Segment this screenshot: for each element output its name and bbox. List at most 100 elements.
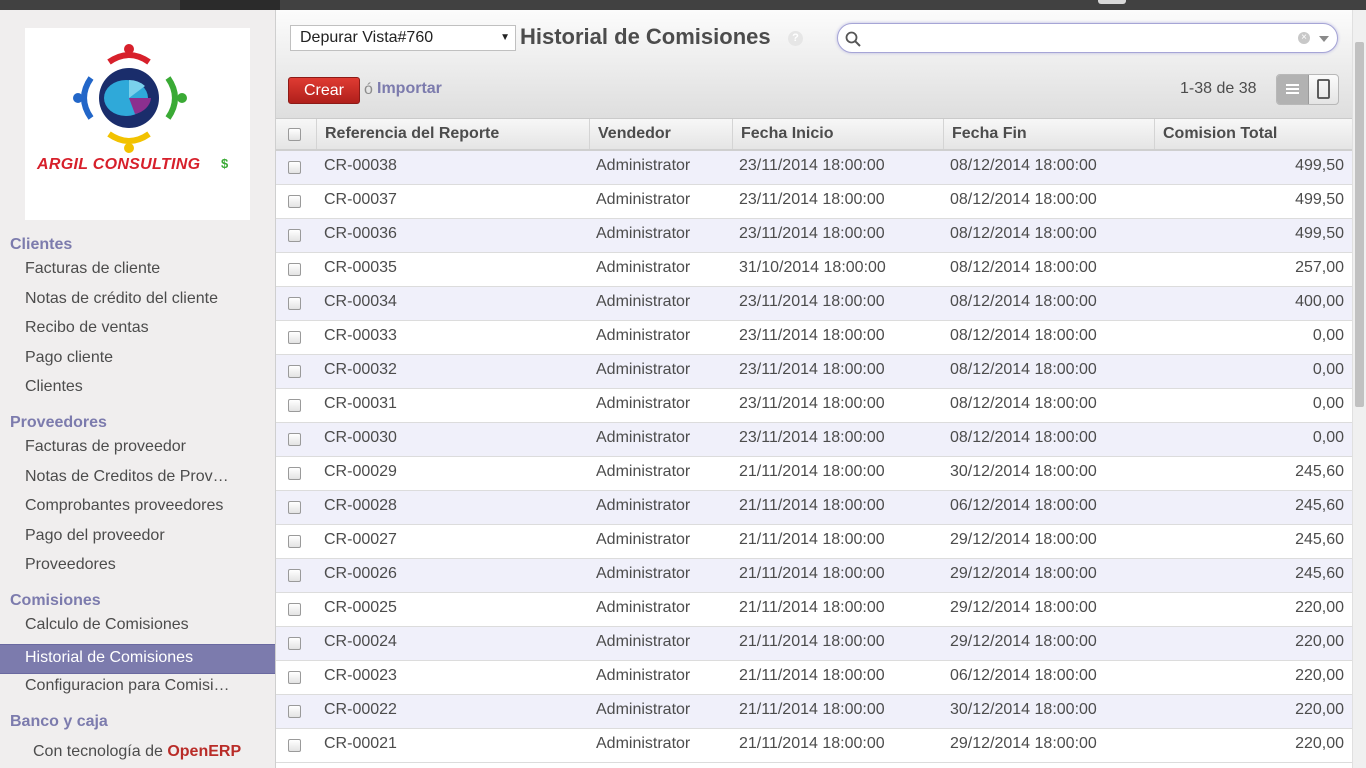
section-comisiones[interactable]: Comisiones <box>10 592 101 610</box>
menu-item-facturas-cliente[interactable]: Facturas de cliente <box>0 255 275 283</box>
table-row[interactable]: CR-00038 Administrator 23/11/2014 18:00:00… <box>276 151 1352 185</box>
clear-icon[interactable]: × <box>1298 32 1310 44</box>
menu-item-historial-comisiones[interactable]: Historial de Comisiones <box>0 644 275 674</box>
top-navbar <box>0 0 1366 10</box>
menu-item-pago-cliente[interactable]: Pago cliente <box>0 344 275 372</box>
cell-referencia: CR-00038 <box>324 157 397 174</box>
table-row[interactable]: CR-00022 Administrator 21/11/2014 18:00:00… <box>276 695 1352 729</box>
table-row[interactable]: CR-00027 Administrator 21/11/2014 18:00:00… <box>276 525 1352 559</box>
cell-fecha-fin: 30/12/2014 18:00:00 <box>950 463 1097 480</box>
row-checkbox[interactable] <box>288 263 301 276</box>
cell-comision-total: 245,60 <box>1295 531 1344 548</box>
cell-fecha-fin: 29/12/2014 18:00:00 <box>950 735 1097 752</box>
table-row[interactable]: CR-00034 Administrator 23/11/2014 18:00:00… <box>276 287 1352 321</box>
dropdown-icon[interactable] <box>1319 36 1329 42</box>
list-view-button[interactable] <box>1277 75 1309 104</box>
page-title: Historial de Comisiones <box>520 24 771 49</box>
view-switcher <box>1276 74 1339 105</box>
select-all-checkbox[interactable] <box>288 128 301 141</box>
cell-vendedor: Administrator <box>596 633 691 650</box>
cell-vendedor: Administrator <box>596 225 691 242</box>
menu-item-facturas-proveedor[interactable]: Facturas de proveedor <box>0 433 275 461</box>
row-checkbox[interactable] <box>288 195 301 208</box>
cell-vendedor: Administrator <box>596 293 691 310</box>
column-header-referencia[interactable]: Referencia del Reporte <box>316 119 589 149</box>
cell-comision-total: 220,00 <box>1295 667 1344 684</box>
menu-item-clientes[interactable]: Clientes <box>0 373 275 401</box>
cell-fecha-inicio: 23/11/2014 18:00:00 <box>739 361 885 378</box>
openerp-link[interactable]: OpenERP <box>167 743 241 760</box>
row-checkbox[interactable] <box>288 637 301 650</box>
column-header-vendedor[interactable]: Vendedor <box>589 119 732 149</box>
row-checkbox[interactable] <box>288 331 301 344</box>
row-checkbox[interactable] <box>288 603 301 616</box>
table-row[interactable]: CR-00033 Administrator 23/11/2014 18:00:00… <box>276 321 1352 355</box>
table-row[interactable]: CR-00032 Administrator 23/11/2014 18:00:00… <box>276 355 1352 389</box>
table-row[interactable]: CR-00025 Administrator 21/11/2014 18:00:00… <box>276 593 1352 627</box>
row-checkbox[interactable] <box>288 399 301 412</box>
scrollbar-thumb[interactable] <box>1355 42 1364 407</box>
table-row[interactable]: CR-00036 Administrator 23/11/2014 18:00:00… <box>276 219 1352 253</box>
cell-referencia: CR-00033 <box>324 327 397 344</box>
row-checkbox[interactable] <box>288 467 301 480</box>
table-row[interactable]: CR-00030 Administrator 23/11/2014 18:00:00… <box>276 423 1352 457</box>
pager-value[interactable]: 1-38 de 38 <box>1180 80 1257 98</box>
scrollbar[interactable] <box>1352 10 1366 768</box>
column-header-fecha-inicio[interactable]: Fecha Inicio <box>732 119 943 149</box>
search-input[interactable]: × <box>837 23 1338 53</box>
row-checkbox[interactable] <box>288 535 301 548</box>
cell-vendedor: Administrator <box>596 565 691 582</box>
cell-comision-total: 499,50 <box>1295 191 1344 208</box>
row-checkbox[interactable] <box>288 365 301 378</box>
cell-referencia: CR-00035 <box>324 259 397 276</box>
select-arrow-icon: ▼ <box>500 32 510 43</box>
row-checkbox[interactable] <box>288 297 301 310</box>
row-checkbox[interactable] <box>288 705 301 718</box>
list-view-icon <box>1286 84 1299 94</box>
row-checkbox[interactable] <box>288 229 301 242</box>
row-checkbox[interactable] <box>288 161 301 174</box>
row-checkbox[interactable] <box>288 569 301 582</box>
cell-comision-total: 245,60 <box>1295 565 1344 582</box>
table-row[interactable]: CR-00024 Administrator 21/11/2014 18:00:00… <box>276 627 1352 661</box>
table-row[interactable]: CR-00021 Administrator 21/11/2014 18:00:00… <box>276 729 1352 763</box>
cell-comision-total: 499,50 <box>1295 157 1344 174</box>
section-clientes[interactable]: Clientes <box>10 236 72 254</box>
cell-comision-total: 0,00 <box>1312 395 1344 412</box>
cell-referencia: CR-00025 <box>324 599 397 616</box>
row-checkbox[interactable] <box>288 739 301 752</box>
cell-fecha-fin: 08/12/2014 18:00:00 <box>950 259 1097 276</box>
table-row[interactable]: CR-00035 Administrator 31/10/2014 18:00:00… <box>276 253 1352 287</box>
section-banco-caja[interactable]: Banco y caja <box>10 713 108 731</box>
import-link[interactable]: Importar <box>377 80 442 98</box>
cell-fecha-fin: 29/12/2014 18:00:00 <box>950 633 1097 650</box>
cell-comision-total: 257,00 <box>1295 259 1344 276</box>
table-row[interactable]: CR-00026 Administrator 21/11/2014 18:00:00… <box>276 559 1352 593</box>
menu-item-calculo-comisiones[interactable]: Calculo de Comisiones <box>0 611 275 639</box>
create-button[interactable]: Crear <box>288 77 360 104</box>
form-view-button[interactable] <box>1309 75 1338 104</box>
table-row[interactable]: CR-00023 Administrator 21/11/2014 18:00:00… <box>276 661 1352 695</box>
company-logo[interactable]: ARGIL CONSULTING $ <box>25 28 250 220</box>
table-row[interactable]: CR-00029 Administrator 21/11/2014 18:00:00… <box>276 457 1352 491</box>
row-checkbox[interactable] <box>288 501 301 514</box>
menu-item-notas-credito-cliente[interactable]: Notas de crédito del cliente <box>0 285 275 313</box>
table-row[interactable]: CR-00028 Administrator 21/11/2014 18:00:00… <box>276 491 1352 525</box>
table-row[interactable]: CR-00031 Administrator 23/11/2014 18:00:00… <box>276 389 1352 423</box>
menu-item-comprobantes-proveedores[interactable]: Comprobantes proveedores <box>0 492 275 520</box>
row-checkbox[interactable] <box>288 433 301 446</box>
menu-item-proveedores[interactable]: Proveedores <box>0 551 275 579</box>
menu-item-notas-creditos-prov[interactable]: Notas de Creditos de Prov… <box>0 463 275 491</box>
view-header: Depurar Vista#760 ▼ Historial de Comisio… <box>276 10 1352 119</box>
menu-item-recibo-ventas[interactable]: Recibo de ventas <box>0 314 275 342</box>
debug-view-select[interactable]: Depurar Vista#760 ▼ <box>290 25 516 51</box>
section-proveedores[interactable]: Proveedores <box>10 414 107 432</box>
cell-fecha-inicio: 21/11/2014 18:00:00 <box>739 497 885 514</box>
row-checkbox[interactable] <box>288 671 301 684</box>
column-header-fecha-fin[interactable]: Fecha Fin <box>943 119 1154 149</box>
menu-item-configuracion-comisiones[interactable]: Configuracion para Comisi… <box>0 672 275 700</box>
question-icon[interactable]: ? <box>788 31 803 46</box>
column-header-comision-total[interactable]: Comision Total <box>1154 119 1352 149</box>
menu-item-pago-proveedor[interactable]: Pago del proveedor <box>0 522 275 550</box>
table-row[interactable]: CR-00037 Administrator 23/11/2014 18:00:00… <box>276 185 1352 219</box>
